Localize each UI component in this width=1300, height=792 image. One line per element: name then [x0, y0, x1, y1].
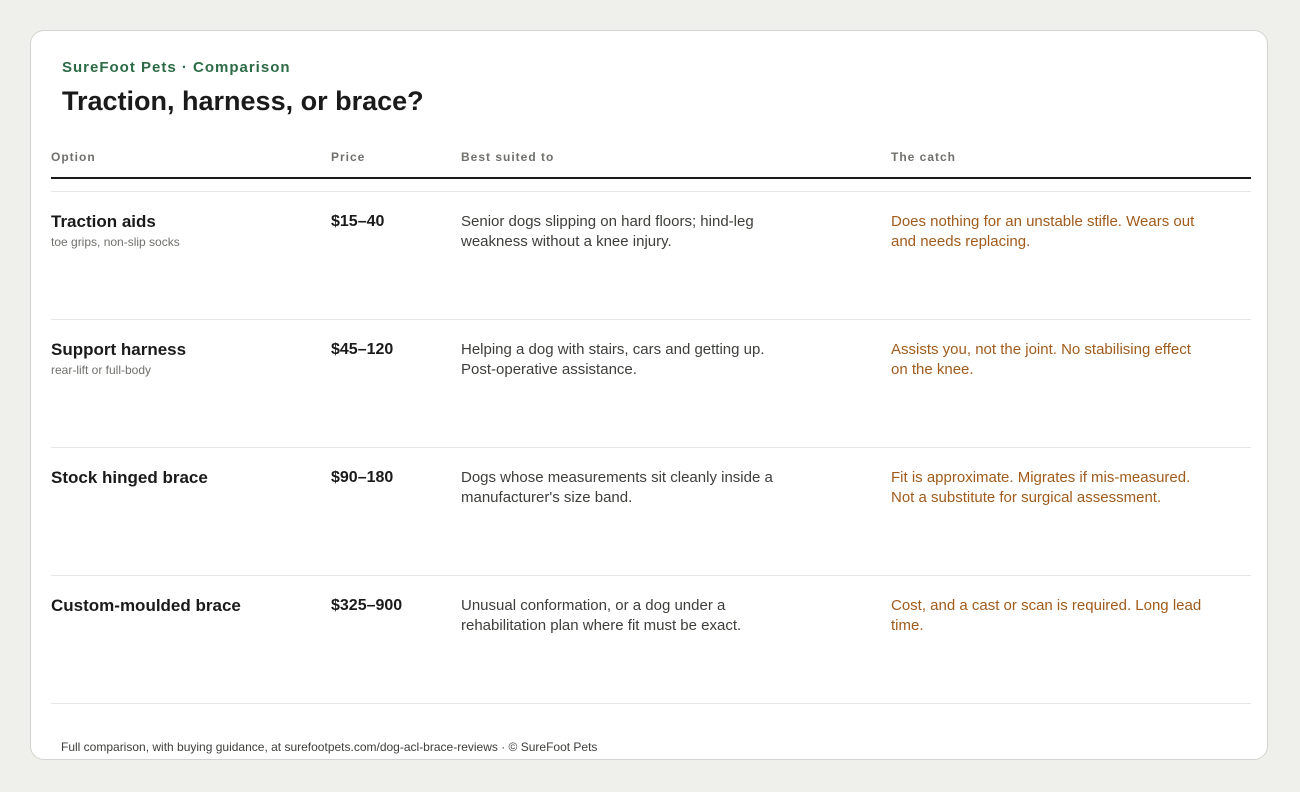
- column-header-option: Option: [51, 150, 96, 164]
- best-suited-cell: Senior dogs slipping on hard floors; hin…: [461, 213, 754, 250]
- option-subtitle: toe grips, non-slip socks: [51, 235, 180, 249]
- table-row: Traction aids toe grips, non-slip socks …: [51, 192, 1251, 320]
- option-name: Traction aids: [51, 212, 156, 231]
- comparison-card: SureFoot Pets · Comparison Traction, har…: [30, 30, 1268, 760]
- option-subtitle: rear-lift or full-body: [51, 363, 152, 377]
- header-spacer: [51, 179, 1251, 192]
- price-cell: $15–40: [331, 213, 385, 230]
- price-cell: $45–120: [331, 341, 394, 358]
- comparison-table: Option Price Best suited to The catch Tr…: [51, 141, 1251, 704]
- brand-label: SureFoot Pets · Comparison: [62, 59, 291, 76]
- table-row: Custom-moulded brace $325–900 Unusual co…: [51, 576, 1251, 704]
- option-cell: Stock hinged brace: [51, 468, 208, 488]
- best-suited-cell: Helping a dog with stairs, cars and gett…: [461, 341, 765, 378]
- option-cell: Traction aids toe grips, non-slip socks: [51, 212, 180, 249]
- option-name: Custom-moulded brace: [51, 596, 241, 615]
- table-row: Stock hinged brace $90–180 Dogs whose me…: [51, 448, 1251, 576]
- option-cell: Custom-moulded brace: [51, 596, 241, 616]
- catch-cell: Fit is approximate. Migrates if mis-meas…: [891, 469, 1191, 506]
- option-name: Stock hinged brace: [51, 468, 208, 487]
- option-cell: Support harness rear-lift or full-body: [51, 340, 186, 377]
- table-row: Support harness rear-lift or full-body $…: [51, 320, 1251, 448]
- page-title: Traction, harness, or brace?: [62, 86, 424, 116]
- column-header-catch: The catch: [891, 150, 957, 164]
- column-header-best-suited: Best suited to: [461, 150, 555, 164]
- price-cell: $325–900: [331, 597, 403, 614]
- table-header: Option Price Best suited to The catch: [51, 141, 1251, 179]
- best-suited-cell: Dogs whose measurements sit cleanly insi…: [461, 469, 773, 506]
- price-cell: $90–180: [331, 469, 394, 486]
- catch-cell: Assists you, not the joint. No stabilisi…: [891, 341, 1191, 378]
- option-name: Support harness: [51, 340, 187, 359]
- catch-cell: Does nothing for an unstable stifle. Wea…: [891, 213, 1195, 250]
- footer-note: Full comparison, with buying guidance, a…: [61, 740, 598, 754]
- catch-cell: Cost, and a cast or scan is required. Lo…: [891, 597, 1202, 634]
- best-suited-cell: Unusual conformation, or a dog under a r…: [461, 597, 742, 634]
- column-header-price: Price: [331, 150, 366, 164]
